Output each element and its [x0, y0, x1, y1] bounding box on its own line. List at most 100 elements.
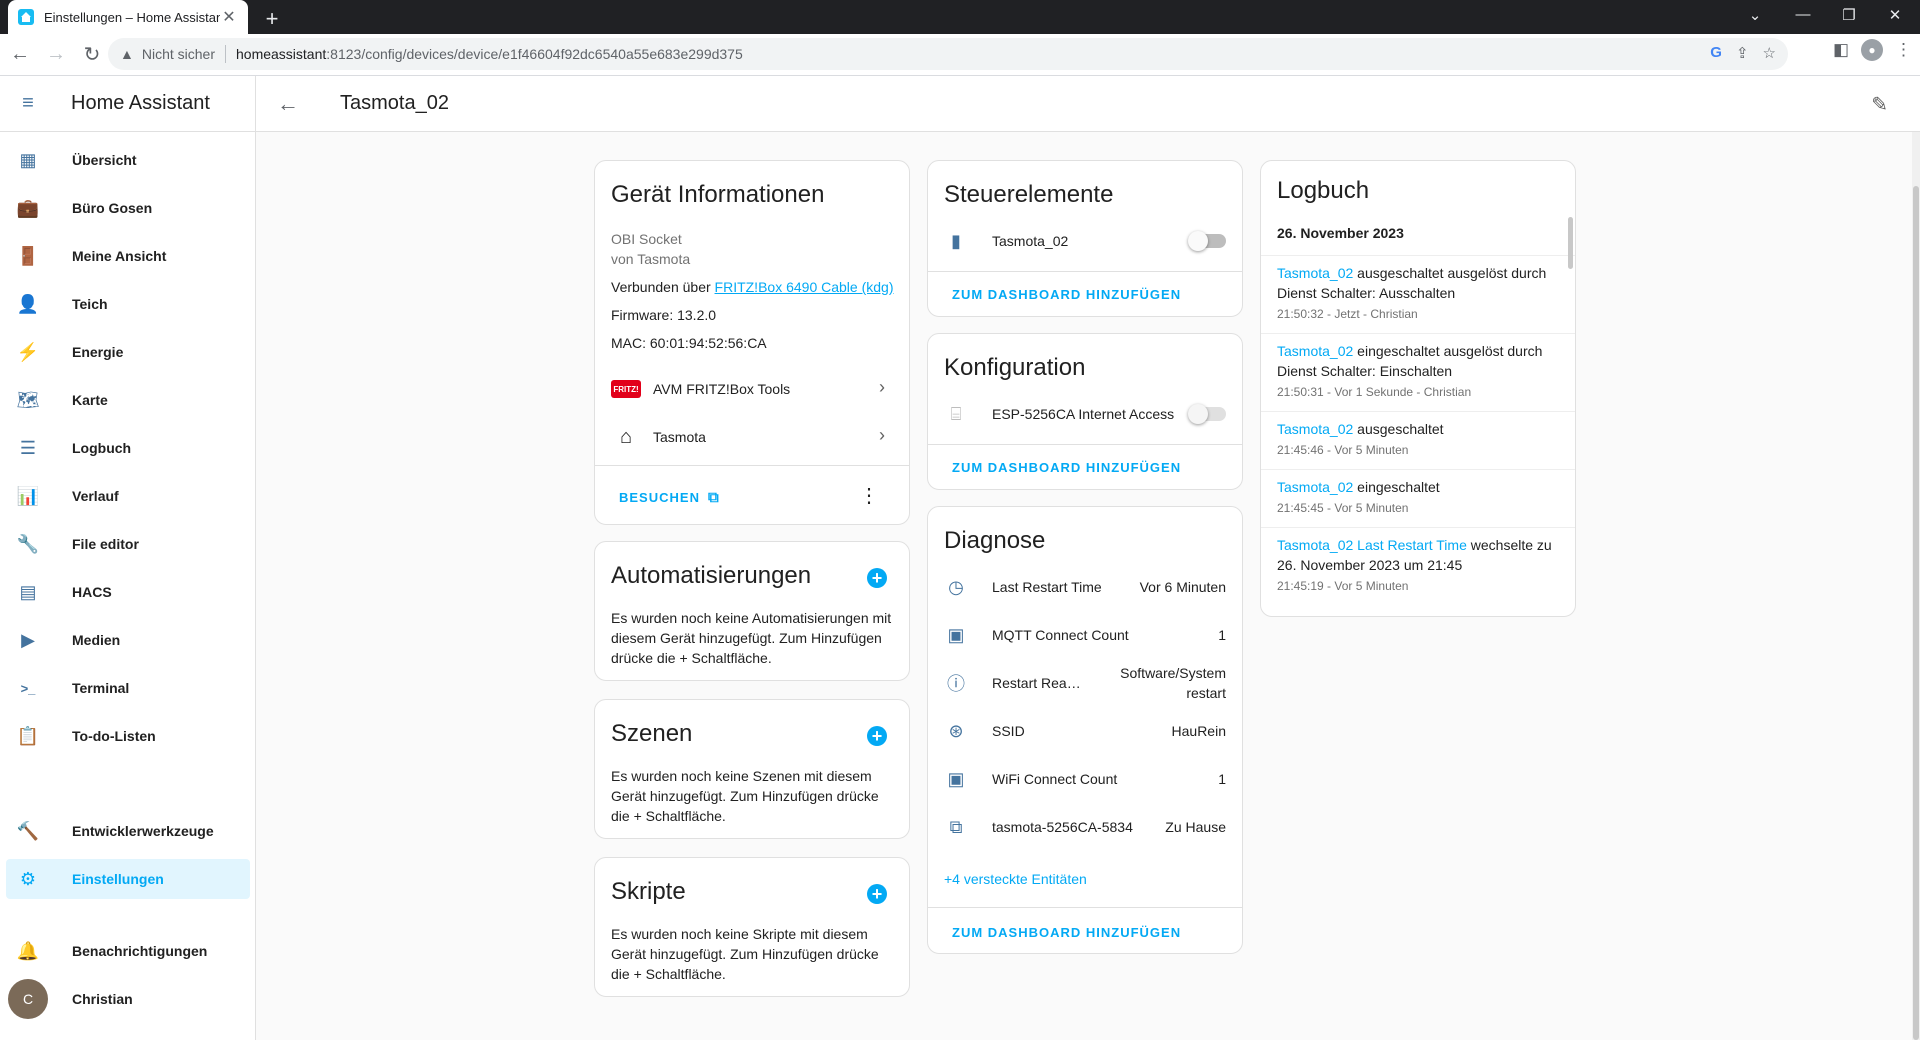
not-secure-label[interactable]: Nicht sicher: [142, 46, 215, 62]
sidebar-item-label: Entwicklerwerkzeuge: [72, 823, 214, 839]
diag-row[interactable]: ▣ WiFi Connect Count 1: [944, 759, 1226, 799]
forward-icon[interactable]: →: [40, 39, 72, 71]
chart-icon: 📊: [16, 485, 40, 506]
profile-icon[interactable]: ●: [1861, 39, 1883, 61]
sidebar-item-profile[interactable]: C Christian: [6, 979, 250, 1019]
scripts-title: Skripte: [611, 878, 686, 905]
log-entity-link[interactable]: Tasmota_02 Last Restart Time: [1277, 537, 1467, 553]
integration-row-fritzbox[interactable]: FRITZ! AVM FRITZ!Box Tools: [595, 365, 909, 413]
device-manufacturer: von Tasmota: [611, 251, 691, 267]
new-tab-button[interactable]: +: [260, 6, 284, 32]
page-scrollbar-thumb[interactable]: [1913, 186, 1919, 1040]
sidebar-item-medien[interactable]: ▶ Medien: [6, 620, 250, 660]
entity-value: 1: [1218, 771, 1226, 787]
menu-kebab-icon[interactable]: ⋮: [1895, 40, 1912, 60]
log-timestamp: 21:45:45 - Vor 5 Minuten: [1277, 501, 1409, 515]
add-script-icon[interactable]: +: [867, 884, 887, 904]
clipboard-icon: 📋: [16, 725, 40, 746]
sidebar-item-teich[interactable]: 👤 Teich: [6, 284, 250, 324]
entity-toggle[interactable]: [1188, 231, 1226, 251]
briefcase-icon: 💼: [16, 197, 40, 218]
back-arrow-icon[interactable]: ←: [256, 91, 320, 117]
share-icon[interactable]: ⇪: [1736, 44, 1749, 62]
add-to-dashboard-button[interactable]: ZUM DASHBOARD HINZUFÜGEN: [952, 287, 1181, 302]
edit-pencil-icon[interactable]: ✎: [1871, 92, 1888, 117]
sidebar-item-settings[interactable]: ⚙ Einstellungen: [6, 859, 250, 899]
warning-icon[interactable]: ▲: [120, 46, 134, 62]
entity-toggle[interactable]: [1188, 404, 1226, 424]
lightning-icon: ⚡: [16, 341, 40, 362]
entity-name: WiFi Connect Count: [992, 771, 1118, 787]
log-entity-link[interactable]: Tasmota_02: [1277, 421, 1353, 437]
back-icon[interactable]: ←: [4, 39, 36, 71]
config-entity-row[interactable]: ⌸ ESP-5256CA Internet Access: [944, 394, 1226, 434]
sidebar-item-uebersicht[interactable]: ▦ Übersicht: [6, 140, 250, 180]
sidebar-user-name: Christian: [72, 991, 133, 1007]
counter-icon: ▣: [947, 768, 965, 789]
sidebar-item-verlauf[interactable]: 📊 Verlauf: [6, 476, 250, 516]
bookmark-star-icon[interactable]: ☆: [1763, 44, 1776, 62]
log-separator: [1261, 411, 1575, 412]
log-entity-link[interactable]: Tasmota_02: [1277, 343, 1353, 359]
add-to-dashboard-button[interactable]: ZUM DASHBOARD HINZUFÜGEN: [952, 460, 1181, 475]
omnibox-separator: [225, 45, 226, 63]
log-entity-link[interactable]: Tasmota_02: [1277, 479, 1353, 495]
restore-icon[interactable]: ❐: [1834, 6, 1864, 24]
config-card: Konfiguration ⌸ ESP-5256CA Internet Acce…: [927, 333, 1243, 490]
tab-close-icon[interactable]: ✕: [220, 7, 238, 27]
integration-label: Tasmota: [653, 429, 706, 445]
device-info-title: Gerät Informationen: [611, 181, 825, 208]
hidden-entities-link[interactable]: +4 versteckte Entitäten: [944, 871, 1087, 887]
reload-icon[interactable]: ↻: [76, 39, 108, 71]
minimize-icon[interactable]: —: [1788, 6, 1818, 23]
sidebar-item-karte[interactable]: 🗺 Karte: [6, 380, 250, 420]
sidebar-item-energie[interactable]: ⚡ Energie: [6, 332, 250, 372]
tab-search-icon[interactable]: ⌄: [1740, 6, 1770, 24]
side-panel-icon[interactable]: ◧: [1833, 40, 1849, 60]
entity-value: Zu Hause: [1165, 819, 1226, 835]
log-entity-link[interactable]: Tasmota_02: [1277, 265, 1353, 281]
hammer-icon: 🔨: [16, 820, 40, 841]
address-bar[interactable]: ▲ Nicht sicher homeassistant :8123/confi…: [108, 38, 1788, 70]
sidebar-item-buero-gosen[interactable]: 💼 Büro Gosen: [6, 188, 250, 228]
overflow-menu-icon[interactable]: ⋮: [859, 483, 879, 508]
sidebar-item-meine-ansicht[interactable]: 🚪 Meine Ansicht: [6, 236, 250, 276]
sidebar-item-label: Übersicht: [72, 152, 137, 168]
diag-row[interactable]: ⊛ SSID HauRein: [944, 711, 1226, 751]
add-to-dashboard-button[interactable]: ZUM DASHBOARD HINZUFÜGEN: [952, 925, 1181, 940]
card-divider: [595, 465, 909, 466]
sidebar-item-hacs[interactable]: ▤ HACS: [6, 572, 250, 612]
sidebar-item-label: Energie: [72, 344, 124, 360]
menu-collapse-icon[interactable]: ≡: [0, 92, 56, 115]
sidebar-item-file-editor[interactable]: 🔧 File editor: [6, 524, 250, 564]
controls-entity-row[interactable]: ▮ Tasmota_02: [944, 221, 1226, 261]
add-scene-icon[interactable]: +: [867, 726, 887, 746]
sidebar-item-logbuch[interactable]: ☰ Logbuch: [6, 428, 250, 468]
diag-row[interactable]: ▣ MQTT Connect Count 1: [944, 615, 1226, 655]
sidebar-item-terminal[interactable]: >_ Terminal: [6, 668, 250, 708]
diag-row[interactable]: ⓘ Restart Rea… Software/System restart: [944, 663, 1226, 703]
window-close-icon[interactable]: ✕: [1880, 6, 1910, 24]
visit-button[interactable]: BESUCHEN ⧉: [619, 489, 720, 506]
visit-label: BESUCHEN: [619, 490, 700, 505]
sidebar-item-label: HACS: [72, 584, 112, 600]
connected-via-link[interactable]: FRITZ!Box 6490 Cable (kdg): [715, 279, 894, 295]
chevron-right-icon[interactable]: ›: [879, 377, 885, 398]
automations-title: Automatisierungen: [611, 562, 812, 589]
logbook-scrollbar[interactable]: [1568, 217, 1573, 269]
sidebar-item-developer-tools[interactable]: 🔨 Entwicklerwerkzeuge: [6, 811, 250, 851]
log-timestamp: 21:50:32 - Jetzt - Christian: [1277, 307, 1418, 321]
entity-name: tasmota-5256CA-5834: [992, 819, 1133, 835]
door-icon: 🚪: [16, 245, 40, 266]
add-automation-icon[interactable]: +: [867, 568, 887, 588]
diag-row[interactable]: ⧉ tasmota-5256CA-5834 Zu Hause: [944, 807, 1226, 847]
google-icon[interactable]: G: [1710, 44, 1722, 62]
chevron-right-icon[interactable]: ›: [879, 425, 885, 446]
integration-row-tasmota[interactable]: ⌂ Tasmota: [595, 413, 909, 461]
entity-name: MQTT Connect Count: [992, 627, 1129, 643]
main-header: ← Tasmota_02 ✎: [256, 76, 1920, 132]
diag-row[interactable]: ◷ Last Restart Time Vor 6 Minuten: [944, 567, 1226, 607]
browser-tab[interactable]: Einstellungen – Home Assistant ✕: [8, 0, 248, 34]
sidebar-item-notifications[interactable]: 🔔 Benachrichtigungen: [6, 931, 250, 971]
sidebar-item-todo[interactable]: 📋 To-do-Listen: [6, 716, 250, 756]
